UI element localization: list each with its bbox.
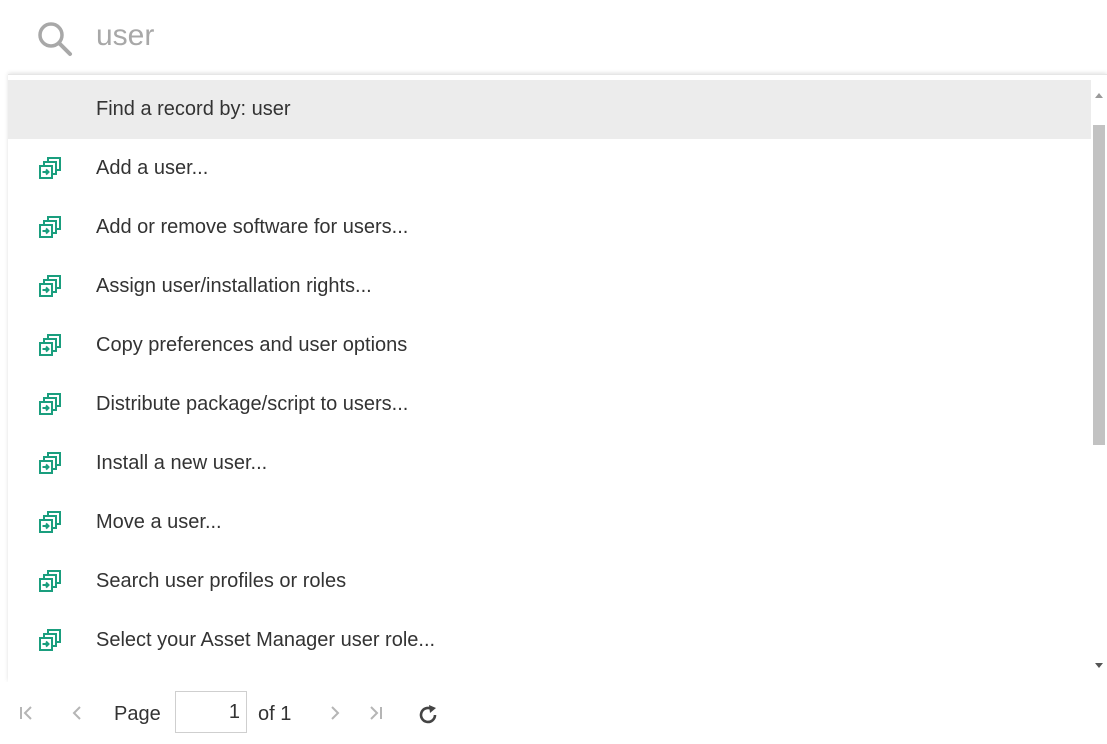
result-label: Install a new user... bbox=[96, 452, 268, 474]
workflow-icon bbox=[38, 274, 64, 300]
result-distribute-package[interactable]: Distribute package/script to users... bbox=[8, 375, 1091, 434]
page-count-label: of 1 bbox=[258, 703, 292, 725]
next-page-icon[interactable] bbox=[328, 702, 342, 729]
result-move-user[interactable]: Move a user... bbox=[8, 493, 1091, 552]
result-assign-rights[interactable]: Assign user/installation rights... bbox=[8, 257, 1091, 316]
workflow-icon bbox=[38, 510, 64, 536]
results-scrollbar[interactable] bbox=[1091, 75, 1107, 682]
scroll-up-arrow-icon[interactable] bbox=[1095, 93, 1103, 98]
result-copy-preferences[interactable]: Copy preferences and user options bbox=[8, 316, 1091, 375]
result-add-user[interactable]: Add a user... bbox=[8, 139, 1091, 198]
result-add-remove-software[interactable]: Add or remove software for users... bbox=[8, 198, 1091, 257]
workflow-icon bbox=[38, 451, 64, 477]
previous-page-icon[interactable] bbox=[70, 702, 84, 729]
scroll-thumb[interactable] bbox=[1093, 125, 1105, 445]
workflow-icon bbox=[38, 569, 64, 595]
result-label: Assign user/installation rights... bbox=[96, 275, 372, 297]
result-label: Add a user... bbox=[96, 157, 209, 179]
result-select-role[interactable]: Select your Asset Manager user role... bbox=[8, 611, 1091, 670]
scroll-down-arrow-icon[interactable] bbox=[1095, 663, 1103, 668]
workflow-icon bbox=[38, 628, 64, 654]
page-number-input[interactable] bbox=[175, 691, 247, 733]
result-label: Move a user... bbox=[96, 511, 222, 533]
workflow-icon bbox=[38, 215, 64, 241]
results-list: Find a record by: user Add a user... Add… bbox=[8, 80, 1091, 670]
workflow-icon bbox=[38, 392, 64, 418]
search-icon[interactable] bbox=[36, 20, 76, 60]
workflow-icon bbox=[38, 333, 64, 359]
result-install-user[interactable]: Install a new user... bbox=[8, 434, 1091, 493]
last-page-icon[interactable] bbox=[366, 702, 384, 729]
result-label: Add or remove software for users... bbox=[96, 216, 409, 238]
result-label: Select your Asset Manager user role... bbox=[96, 629, 436, 651]
result-find-record[interactable]: Find a record by: user bbox=[8, 80, 1091, 139]
page-label: Page bbox=[114, 703, 161, 725]
result-label: Find a record by: user bbox=[96, 98, 291, 120]
result-label: Distribute package/script to users... bbox=[96, 393, 409, 415]
result-label: Search user profiles or roles bbox=[96, 570, 347, 592]
result-search-profiles[interactable]: Search user profiles or roles bbox=[8, 552, 1091, 611]
search-input[interactable] bbox=[96, 12, 996, 60]
search-bar bbox=[0, 0, 1107, 74]
results-panel: Find a record by: user Add a user... Add… bbox=[8, 74, 1107, 682]
refresh-icon[interactable] bbox=[416, 703, 440, 727]
pager: Page of 1 bbox=[0, 682, 1107, 744]
workflow-icon bbox=[38, 156, 64, 182]
result-label: Copy preferences and user options bbox=[96, 334, 408, 356]
first-page-icon[interactable] bbox=[18, 702, 36, 729]
search-popup: Find a record by: user Add a user... Add… bbox=[0, 0, 1107, 744]
